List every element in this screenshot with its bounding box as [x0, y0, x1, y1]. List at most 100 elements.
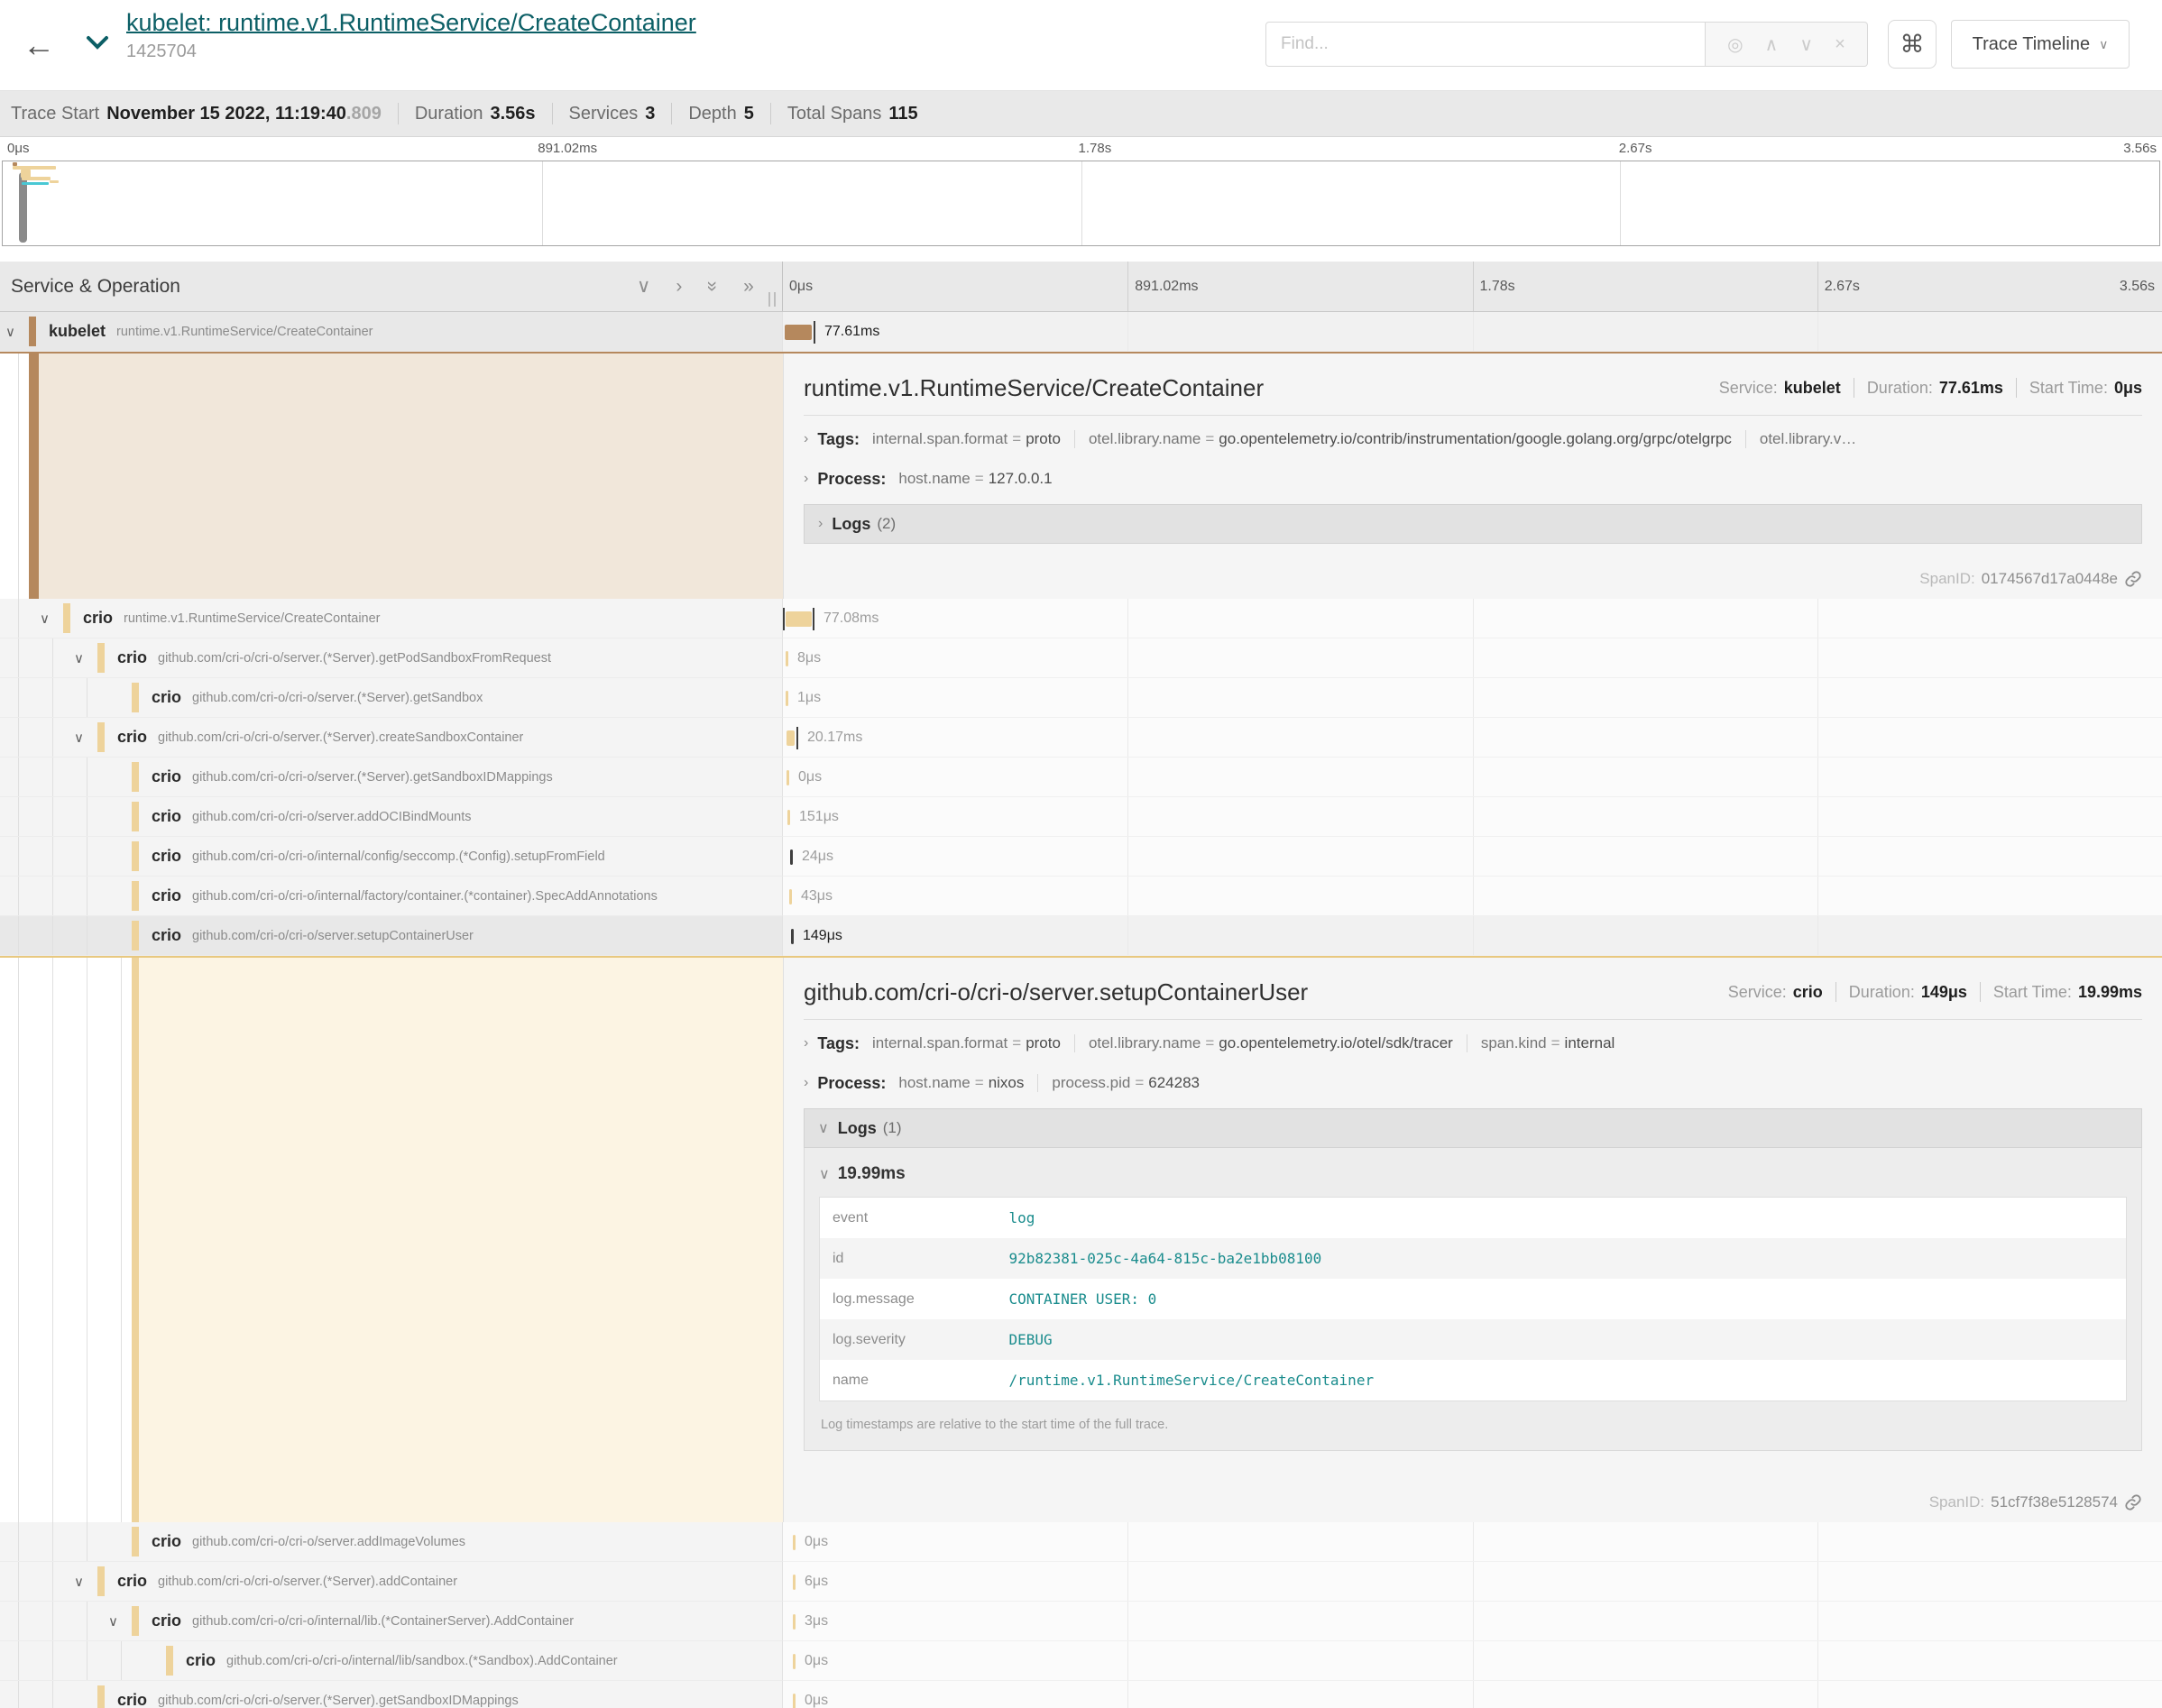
span-duration-bar[interactable] [786, 611, 812, 627]
row-expander-icon[interactable]: ∨ [74, 1574, 84, 1590]
span-duration-bar[interactable] [787, 730, 795, 746]
span-timeline-cell[interactable]: 0μs [783, 1522, 2162, 1562]
span-name-cell[interactable]: crio github.com/cri-o/cri-o/server.(*Ser… [0, 678, 783, 718]
span-timeline-cell[interactable]: 3μs [783, 1602, 2162, 1641]
span-duration-bar[interactable] [785, 325, 812, 340]
expand-all-icon[interactable]: » [743, 277, 754, 296]
process-row[interactable]: › Process: host.name=127.0.0.1 [804, 459, 2142, 499]
row-expander-icon[interactable]: ∨ [74, 730, 84, 746]
span-timeline-cell[interactable]: 6μs [783, 1562, 2162, 1602]
logs-toggle[interactable]: ∨ Logs (1) [804, 1108, 2142, 1148]
trace-title-chevron[interactable] [85, 34, 110, 55]
span-row[interactable]: ∨ crio runtime.v1.RuntimeService/CreateC… [0, 599, 2162, 638]
span-duration-bar[interactable] [793, 1654, 796, 1669]
span-name-cell[interactable]: crio github.com/cri-o/cri-o/internal/fac… [0, 877, 783, 916]
span-row[interactable]: crio github.com/cri-o/cri-o/server.(*Ser… [0, 678, 2162, 718]
span-duration-bar[interactable] [793, 1614, 796, 1630]
span-duration-bar[interactable] [786, 691, 788, 706]
span-row[interactable]: ∨ kubelet runtime.v1.RuntimeService/Crea… [0, 312, 2162, 352]
find-input[interactable] [1265, 22, 1706, 67]
span-name-cell[interactable]: crio github.com/cri-o/cri-o/internal/con… [0, 837, 783, 877]
back-button[interactable]: ← [16, 20, 61, 70]
span-operation: github.com/cri-o/cri-o/server.(*Server).… [158, 730, 523, 745]
locate-icon[interactable]: ◎ [1727, 33, 1743, 56]
span-row[interactable]: crio github.com/cri-o/cri-o/server.setup… [0, 916, 2162, 956]
span-name-cell[interactable]: ∨ crio github.com/cri-o/cri-o/server.(*S… [0, 718, 783, 758]
span-row[interactable]: ∨ crio github.com/cri-o/cri-o/server.(*S… [0, 718, 2162, 758]
span-timeline-cell[interactable]: 24μs [783, 837, 2162, 877]
span-timeline-cell[interactable]: 1μs [783, 678, 2162, 718]
span-duration-bar[interactable] [786, 651, 788, 666]
log-field-row: id92b82381-025c-4a64-815c-ba2e1bb08100 [820, 1238, 2127, 1279]
span-duration-bar[interactable] [793, 1694, 796, 1708]
process-row[interactable]: › Process: host.name=nixos process.pid=6… [804, 1063, 2142, 1103]
span-duration-bar[interactable] [790, 849, 793, 865]
span-name-cell[interactable]: crio github.com/cri-o/cri-o/server.(*Ser… [0, 758, 783, 797]
prev-result-icon[interactable]: ∧ [1765, 33, 1779, 56]
span-timeline-cell[interactable]: 77.08ms [783, 599, 2162, 638]
span-timeline-cell[interactable]: 151μs [783, 797, 2162, 837]
span-name-cell[interactable]: ∨ crio github.com/cri-o/cri-o/internal/l… [0, 1602, 783, 1641]
span-row[interactable]: ∨ crio github.com/cri-o/cri-o/server.(*S… [0, 1562, 2162, 1602]
trace-title-link[interactable]: kubelet: runtime.v1.RuntimeService/Creat… [126, 9, 696, 37]
row-expander-icon[interactable]: ∨ [5, 324, 15, 340]
span-row[interactable]: crio github.com/cri-o/cri-o/server.addOC… [0, 797, 2162, 837]
span-row[interactable]: crio github.com/cri-o/cri-o/internal/fac… [0, 877, 2162, 916]
clear-search-icon[interactable]: × [1835, 34, 1845, 55]
tags-row[interactable]: › Tags: internal.span.format=proto otel.… [804, 1024, 2142, 1063]
row-expander-icon[interactable]: ∨ [74, 650, 84, 666]
collapse-all-icon[interactable]: » [704, 281, 722, 292]
collapse-one-icon[interactable]: ∨ [637, 277, 650, 296]
span-duration-bar[interactable] [789, 889, 792, 905]
next-result-icon[interactable]: ∨ [1799, 33, 1813, 56]
span-timeline-cell[interactable]: 77.61ms [783, 312, 2162, 352]
span-row[interactable]: crio github.com/cri-o/cri-o/server.(*Ser… [0, 758, 2162, 797]
view-type-dropdown[interactable]: Trace Timeline ∨ [1951, 20, 2130, 69]
minimap-ruler: 0μs 891.02ms 1.78s 2.67s 3.56s [0, 137, 2162, 161]
row-expander-icon[interactable]: ∨ [108, 1613, 118, 1630]
tags-row[interactable]: › Tags: internal.span.format=proto otel.… [804, 419, 2142, 459]
span-name-cell[interactable]: crio github.com/cri-o/cri-o/server.(*Ser… [0, 1681, 783, 1708]
deep-link-icon[interactable] [2124, 570, 2142, 588]
keyboard-shortcuts-button[interactable]: ⌘ [1888, 20, 1937, 69]
span-name-cell[interactable]: ∨ kubelet runtime.v1.RuntimeService/Crea… [0, 312, 783, 352]
span-timeline-cell[interactable]: 0μs [783, 1641, 2162, 1681]
span-timeline-cell[interactable]: 43μs [783, 877, 2162, 916]
span-name-cell[interactable]: ∨ crio runtime.v1.RuntimeService/CreateC… [0, 599, 783, 638]
span-timeline-cell[interactable]: 0μs [783, 1681, 2162, 1708]
span-name-cell[interactable]: crio github.com/cri-o/cri-o/server.addOC… [0, 797, 783, 837]
span-row[interactable]: ∨ crio github.com/cri-o/cri-o/server.(*S… [0, 638, 2162, 678]
span-name-cell[interactable]: ∨ crio github.com/cri-o/cri-o/server.(*S… [0, 1562, 783, 1602]
span-timeline-cell[interactable]: 0μs [783, 758, 2162, 797]
log-field-row: log.severityDEBUG [820, 1319, 2127, 1360]
span-timeline-cell[interactable]: 149μs [783, 916, 2162, 956]
span-duration-bar[interactable] [787, 810, 790, 825]
log-entry-toggle[interactable]: ∨ 19.99ms [819, 1164, 2127, 1184]
timeline-minimap[interactable] [2, 161, 2160, 246]
chevron-down-icon: ∨ [818, 1119, 829, 1137]
span-name-cell[interactable]: crio github.com/cri-o/cri-o/server.setup… [0, 916, 783, 956]
span-duration-bar[interactable] [791, 929, 794, 944]
row-expander-icon[interactable]: ∨ [40, 611, 50, 627]
span-duration-bar[interactable] [793, 1535, 796, 1550]
logs-toggle[interactable]: › Logs (2) [804, 504, 2142, 544]
timeline-column-header: Service & Operation ∨ › » » 0μs 891.02ms… [0, 262, 2162, 312]
span-duration-bar[interactable] [793, 1575, 796, 1590]
span-row[interactable]: crio github.com/cri-o/cri-o/internal/lib… [0, 1641, 2162, 1681]
find-group: ◎ ∧ ∨ × [1265, 22, 1868, 67]
span-timeline-cell[interactable]: 20.17ms [783, 718, 2162, 758]
span-duration-bar[interactable] [787, 770, 789, 785]
span-name-cell[interactable]: crio github.com/cri-o/cri-o/internal/lib… [0, 1641, 783, 1681]
span-row[interactable]: ∨ crio github.com/cri-o/cri-o/internal/l… [0, 1602, 2162, 1641]
span-name-cell[interactable]: crio github.com/cri-o/cri-o/server.addIm… [0, 1522, 783, 1562]
expand-one-icon[interactable]: › [676, 277, 682, 296]
span-name-cell[interactable]: ∨ crio github.com/cri-o/cri-o/server.(*S… [0, 638, 783, 678]
log-timestamp: 19.99ms [838, 1164, 906, 1184]
trace-start-label: Trace Start [11, 104, 99, 124]
span-row[interactable]: crio github.com/cri-o/cri-o/server.addIm… [0, 1522, 2162, 1562]
span-timeline-cell[interactable]: 8μs [783, 638, 2162, 678]
column-resize-handle[interactable] [768, 292, 776, 307]
deep-link-icon[interactable] [2124, 1493, 2142, 1511]
span-row[interactable]: crio github.com/cri-o/cri-o/server.(*Ser… [0, 1681, 2162, 1708]
span-row[interactable]: crio github.com/cri-o/cri-o/internal/con… [0, 837, 2162, 877]
